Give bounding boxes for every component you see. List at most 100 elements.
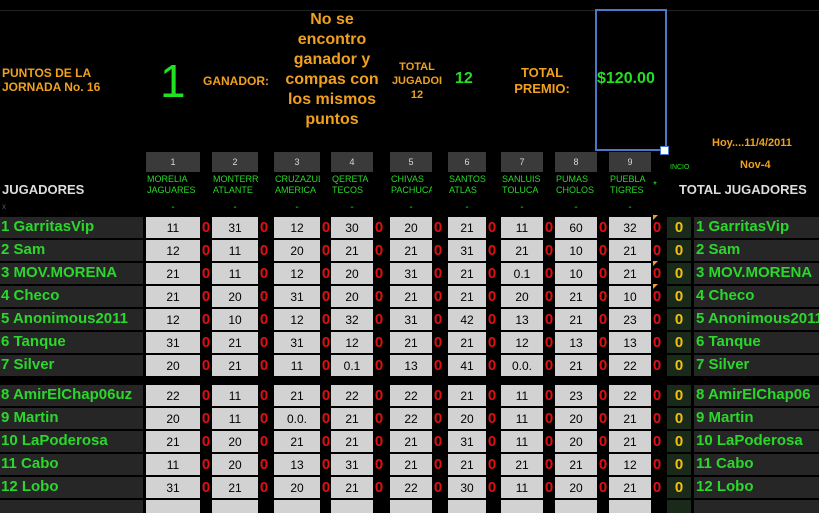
pick-cell[interactable]: 20 — [448, 408, 486, 429]
pick-cell[interactable]: 10 — [555, 240, 597, 261]
pick-cell[interactable]: 20 — [146, 408, 200, 429]
pick-cell[interactable]: 21 — [501, 240, 543, 261]
pick-cell[interactable]: 11 — [274, 355, 320, 376]
pick-cell[interactable]: 21 — [448, 332, 486, 353]
pick-cell[interactable]: 60 — [555, 217, 597, 238]
pick-cell[interactable]: 22 — [331, 385, 373, 406]
pick-cell[interactable]: 0.1 — [331, 355, 373, 376]
pick-cell[interactable]: 11 — [146, 454, 200, 475]
pick-cell[interactable]: 21 — [274, 385, 320, 406]
pick-cell[interactable]: 20 — [212, 286, 258, 307]
pick-cell[interactable]: 21 — [390, 454, 432, 475]
pick-cell[interactable]: 20 — [555, 431, 597, 452]
pick-cell[interactable]: 20 — [331, 263, 373, 284]
pick-cell[interactable]: 21 — [212, 477, 258, 498]
pick-cell[interactable]: 21 — [390, 286, 432, 307]
pick-cell[interactable]: 21 — [331, 477, 373, 498]
pick-cell[interactable]: 21 — [274, 431, 320, 452]
pick-cell[interactable]: 0.1 — [501, 263, 543, 284]
pick-cell[interactable]: 11 — [212, 240, 258, 261]
pick-cell[interactable]: 0.0. — [274, 408, 320, 429]
pick-cell[interactable]: 10 — [609, 286, 651, 307]
player-name[interactable]: 6 Tanque — [0, 331, 144, 352]
pick-cell[interactable]: 12 — [146, 240, 200, 261]
pick-cell[interactable]: 21 — [146, 286, 200, 307]
pick-cell[interactable]: 21 — [146, 263, 200, 284]
pick-cell[interactable]: 21 — [555, 286, 597, 307]
pick-cell-empty[interactable] — [501, 500, 543, 513]
pick-cell[interactable]: 31 — [448, 240, 486, 261]
player-name[interactable]: 2 Sam — [0, 239, 144, 260]
player-name-right[interactable]: 11 Cabo — [695, 453, 819, 474]
pick-cell[interactable]: 31 — [212, 217, 258, 238]
player-name-right[interactable]: 9 Martin — [695, 407, 819, 428]
player-name[interactable]: 10 LaPoderosa — [0, 430, 144, 451]
pick-cell[interactable]: 12 — [274, 263, 320, 284]
pick-cell[interactable]: 12 — [274, 309, 320, 330]
pick-cell[interactable]: 23 — [555, 385, 597, 406]
player-name-right[interactable]: 6 Tanque — [695, 331, 819, 352]
pick-cell[interactable]: 20 — [274, 477, 320, 498]
pick-cell[interactable]: 20 — [331, 286, 373, 307]
pick-cell[interactable]: 21 — [501, 454, 543, 475]
pick-cell[interactable]: 21 — [331, 240, 373, 261]
pick-cell[interactable]: 22 — [609, 355, 651, 376]
pick-cell[interactable]: 22 — [390, 408, 432, 429]
pick-cell[interactable]: 11 — [212, 263, 258, 284]
pick-cell[interactable]: 11 — [501, 431, 543, 452]
player-name[interactable]: 5 Anonimous2011 — [0, 308, 144, 329]
pick-cell[interactable]: 31 — [390, 309, 432, 330]
pick-cell[interactable]: 20 — [555, 408, 597, 429]
pick-cell[interactable]: 31 — [390, 263, 432, 284]
pick-cell[interactable]: 11 — [501, 408, 543, 429]
pick-cell-empty[interactable] — [390, 500, 432, 513]
pick-cell[interactable]: 21 — [390, 431, 432, 452]
player-name-right[interactable]: 4 Checo — [695, 285, 819, 306]
pick-cell[interactable]: 31 — [448, 431, 486, 452]
pick-cell[interactable]: 11 — [212, 408, 258, 429]
player-name-right[interactable]: 10 LaPoderosa — [695, 430, 819, 451]
player-name[interactable]: 12 Lobo — [0, 476, 144, 497]
pick-cell[interactable]: 22 — [146, 385, 200, 406]
pick-cell[interactable]: 21 — [555, 309, 597, 330]
player-name[interactable]: 3 MOV.MORENA — [0, 262, 144, 283]
pick-cell[interactable]: 32 — [331, 309, 373, 330]
pick-cell[interactable]: 21 — [609, 408, 651, 429]
pick-cell[interactable]: 20 — [390, 217, 432, 238]
pick-cell[interactable]: 10 — [212, 309, 258, 330]
pick-cell[interactable]: 31 — [274, 332, 320, 353]
pick-cell[interactable]: 30 — [331, 217, 373, 238]
pick-cell[interactable]: 21 — [609, 477, 651, 498]
pick-cell[interactable]: 21 — [609, 431, 651, 452]
pick-cell[interactable]: 11 — [501, 385, 543, 406]
pick-cell[interactable]: 20 — [212, 454, 258, 475]
pick-cell[interactable]: 20 — [501, 286, 543, 307]
player-name[interactable]: 11 Cabo — [0, 453, 144, 474]
pick-cell[interactable]: 31 — [331, 454, 373, 475]
pick-cell[interactable]: 20 — [146, 355, 200, 376]
pick-cell[interactable]: 12 — [501, 332, 543, 353]
player-name[interactable]: 4 Checo — [0, 285, 144, 306]
pick-cell[interactable]: 21 — [212, 332, 258, 353]
pick-cell[interactable]: 21 — [331, 408, 373, 429]
pick-cell-empty[interactable] — [609, 500, 651, 513]
pick-cell-empty[interactable] — [331, 500, 373, 513]
pick-cell[interactable]: 20 — [274, 240, 320, 261]
pick-cell-empty[interactable] — [555, 500, 597, 513]
pick-cell[interactable]: 13 — [390, 355, 432, 376]
player-name-right[interactable]: 1 GarritasVip — [695, 216, 819, 237]
pick-cell[interactable]: 12 — [274, 217, 320, 238]
pick-cell[interactable]: 20 — [212, 431, 258, 452]
pick-cell[interactable]: 32 — [609, 217, 651, 238]
pick-cell[interactable]: 21 — [146, 431, 200, 452]
pick-cell[interactable]: 21 — [390, 240, 432, 261]
pick-cell[interactable]: 21 — [448, 454, 486, 475]
pick-cell[interactable]: 12 — [146, 309, 200, 330]
pick-cell-empty[interactable] — [274, 500, 320, 513]
pick-cell[interactable]: 22 — [390, 385, 432, 406]
pick-cell[interactable]: 13 — [274, 454, 320, 475]
pick-cell[interactable]: 13 — [501, 309, 543, 330]
pick-cell[interactable]: 21 — [555, 454, 597, 475]
player-name-right[interactable]: 7 Silver — [695, 354, 819, 375]
pick-cell[interactable]: 20 — [555, 477, 597, 498]
